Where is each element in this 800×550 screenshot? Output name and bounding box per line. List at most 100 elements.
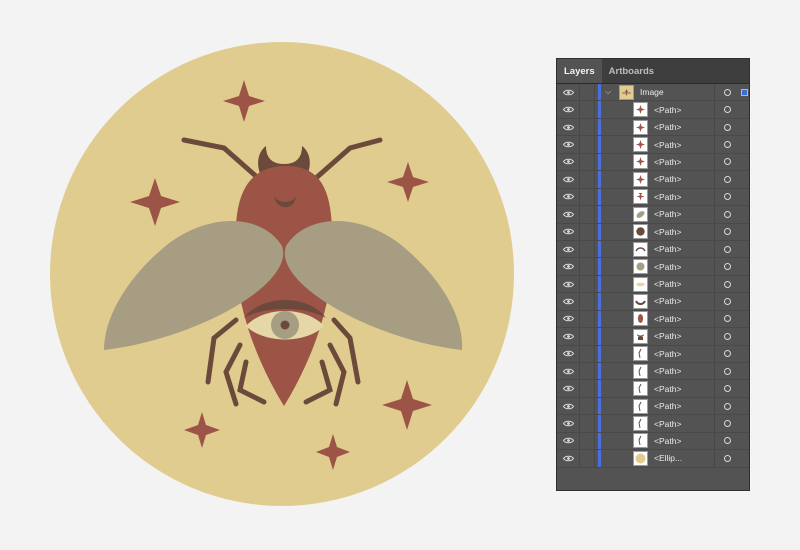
layer-row-path[interactable]: <Ellip...: [557, 450, 749, 468]
lock-toggle[interactable]: [580, 101, 595, 118]
visibility-toggle[interactable]: [557, 363, 580, 380]
visibility-toggle[interactable]: [557, 380, 580, 397]
sublayer-name[interactable]: <Path>: [654, 296, 714, 306]
lock-toggle[interactable]: [580, 345, 595, 362]
sublayer-name[interactable]: <Path>: [654, 349, 714, 359]
layer-row-path[interactable]: <Path>: [557, 293, 749, 311]
lock-toggle[interactable]: [580, 84, 595, 101]
sublayer-name[interactable]: <Path>: [654, 244, 714, 254]
lock-toggle[interactable]: [580, 136, 595, 153]
lock-toggle[interactable]: [580, 223, 595, 240]
lock-toggle[interactable]: [580, 188, 595, 206]
lock-toggle[interactable]: [580, 397, 595, 415]
target-circle[interactable]: [714, 450, 739, 467]
target-circle[interactable]: [714, 101, 739, 118]
target-circle[interactable]: [714, 153, 739, 171]
layer-row-path[interactable]: <Path>: [557, 240, 749, 259]
visibility-toggle[interactable]: [557, 223, 580, 240]
sublayer-name[interactable]: <Path>: [654, 157, 714, 167]
visibility-toggle[interactable]: [557, 432, 580, 450]
layer-row-path[interactable]: <Path>: [557, 275, 749, 294]
sublayer-name[interactable]: <Path>: [654, 436, 714, 446]
sublayer-name[interactable]: <Path>: [654, 122, 714, 132]
visibility-toggle[interactable]: [557, 188, 580, 206]
visibility-toggle[interactable]: [557, 118, 580, 136]
sublayer-name[interactable]: <Path>: [654, 401, 714, 411]
layer-name[interactable]: Image: [640, 87, 714, 97]
lock-toggle[interactable]: [580, 240, 595, 258]
layer-row-path[interactable]: <Path>: [557, 310, 749, 329]
target-circle[interactable]: [714, 380, 739, 397]
visibility-toggle[interactable]: [557, 415, 580, 432]
selection-indicator[interactable]: [739, 88, 749, 96]
layer-row-path[interactable]: <Path>: [557, 328, 749, 346]
layer-row-path[interactable]: <Path>: [557, 258, 749, 276]
visibility-toggle[interactable]: [557, 345, 580, 362]
target-circle[interactable]: [714, 310, 739, 328]
lock-toggle[interactable]: [580, 432, 595, 450]
visibility-toggle[interactable]: [557, 293, 580, 310]
lock-toggle[interactable]: [580, 310, 595, 328]
target-circle[interactable]: [714, 363, 739, 380]
sublayer-name[interactable]: <Path>: [654, 262, 714, 272]
visibility-toggle[interactable]: [557, 153, 580, 171]
target-circle[interactable]: [714, 206, 739, 223]
target-circle[interactable]: [714, 275, 739, 293]
target-circle[interactable]: [714, 397, 739, 415]
lock-toggle[interactable]: [580, 206, 595, 223]
target-circle[interactable]: [714, 293, 739, 310]
layer-row-path[interactable]: <Path>: [557, 415, 749, 433]
target-circle[interactable]: [714, 223, 739, 240]
target-circle[interactable]: [714, 136, 739, 153]
visibility-toggle[interactable]: [557, 136, 580, 153]
target-circle[interactable]: [714, 328, 739, 345]
lock-toggle[interactable]: [580, 363, 595, 380]
visibility-toggle[interactable]: [557, 328, 580, 345]
sublayer-name[interactable]: <Path>: [654, 384, 714, 394]
lock-toggle[interactable]: [580, 450, 595, 467]
visibility-toggle[interactable]: [557, 258, 580, 275]
target-circle[interactable]: [714, 240, 739, 258]
sublayer-name[interactable]: <Path>: [654, 279, 714, 289]
layer-row-path[interactable]: <Path>: [557, 363, 749, 381]
target-circle[interactable]: [714, 345, 739, 362]
lock-toggle[interactable]: [580, 171, 595, 188]
layer-row-path[interactable]: <Path>: [557, 223, 749, 241]
target-circle[interactable]: [714, 415, 739, 432]
target-circle[interactable]: [714, 118, 739, 136]
visibility-toggle[interactable]: [557, 101, 580, 118]
layer-row-path[interactable]: <Path>: [557, 118, 749, 137]
visibility-toggle[interactable]: [557, 310, 580, 328]
layer-row-path[interactable]: <Path>: [557, 136, 749, 154]
target-circle[interactable]: [714, 432, 739, 450]
sublayer-name[interactable]: <Path>: [654, 192, 714, 202]
layer-row-path[interactable]: <Path>: [557, 380, 749, 398]
sublayer-name[interactable]: <Ellip...: [654, 453, 714, 463]
layer-row-path[interactable]: <Path>: [557, 171, 749, 189]
lock-toggle[interactable]: [580, 275, 595, 293]
artwork-canvas[interactable]: [0, 0, 540, 550]
chevron-down-icon[interactable]: ⌵: [601, 87, 615, 97]
sublayer-name[interactable]: <Path>: [654, 209, 714, 219]
visibility-toggle[interactable]: [557, 171, 580, 188]
sublayer-name[interactable]: <Path>: [654, 331, 714, 341]
sublayer-name[interactable]: <Path>: [654, 314, 714, 324]
layer-row-path[interactable]: <Path>: [557, 206, 749, 224]
sublayer-name[interactable]: <Path>: [654, 366, 714, 376]
sublayer-name[interactable]: <Path>: [654, 174, 714, 184]
lock-toggle[interactable]: [580, 118, 595, 136]
layer-row-path[interactable]: <Path>: [557, 397, 749, 416]
visibility-toggle[interactable]: [557, 275, 580, 293]
sublayer-name[interactable]: <Path>: [654, 419, 714, 429]
lock-toggle[interactable]: [580, 415, 595, 432]
visibility-toggle[interactable]: [557, 450, 580, 467]
layer-row-path[interactable]: <Path>: [557, 188, 749, 207]
tab-layers[interactable]: Layers: [557, 59, 602, 83]
target-circle[interactable]: [714, 188, 739, 206]
target-circle[interactable]: [714, 84, 739, 101]
layer-row-path[interactable]: <Path>: [557, 345, 749, 363]
target-circle[interactable]: [714, 258, 739, 275]
lock-toggle[interactable]: [580, 153, 595, 171]
visibility-toggle[interactable]: [557, 84, 580, 101]
layer-row-path[interactable]: <Path>: [557, 432, 749, 451]
